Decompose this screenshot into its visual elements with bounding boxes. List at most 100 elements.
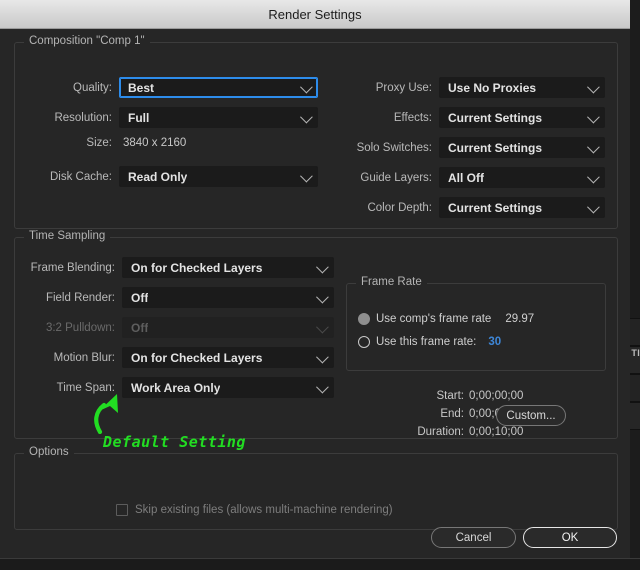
chevron-down-icon xyxy=(587,140,600,153)
chevron-down-icon xyxy=(316,380,329,393)
radio-selected-icon[interactable] xyxy=(358,313,370,325)
field-render-label: Field Render: xyxy=(24,292,115,304)
field-row-frame-blending: Frame Blending: On for Checked Layers xyxy=(24,257,334,278)
use-comp-frame-rate-label: Use comp's frame rate xyxy=(376,313,491,325)
use-this-frame-rate-label: Use this frame rate: xyxy=(376,336,476,348)
dialog-body: Composition "Comp 1" Quality: Best Resol… xyxy=(0,29,630,558)
effects-dropdown[interactable]: Current Settings xyxy=(439,107,605,128)
cancel-button[interactable]: Cancel xyxy=(431,527,516,548)
duration-label: Duration: xyxy=(404,426,464,438)
field-row-solo-switches: Solo Switches: Current Settings xyxy=(340,137,605,158)
guide-layers-label: Guide Layers: xyxy=(340,172,432,184)
field-render-dropdown[interactable]: Off xyxy=(122,287,334,308)
time-info-start: Start: 0;00;00;00 xyxy=(404,390,523,402)
resolution-value: Full xyxy=(120,111,149,125)
disk-cache-value: Read Only xyxy=(120,170,187,184)
chevron-down-icon xyxy=(587,200,600,213)
checkbox-unchecked-icon xyxy=(116,504,128,516)
duration-value: 0;00;10;00 xyxy=(469,426,523,438)
field-row-resolution: Resolution: Full xyxy=(36,107,318,128)
guide-layers-value: All Off xyxy=(440,171,484,185)
effects-label: Effects: xyxy=(340,112,432,124)
proxy-use-value: Use No Proxies xyxy=(440,81,536,95)
motion-blur-dropdown[interactable]: On for Checked Layers xyxy=(122,347,334,368)
field-row-size: Size: 3840 x 2160 xyxy=(36,137,318,149)
field-row-motion-blur: Motion Blur: On for Checked Layers xyxy=(24,347,334,368)
pulldown-dropdown: Off xyxy=(122,317,334,338)
frame-blending-label: Frame Blending: xyxy=(24,262,115,274)
dialog-titlebar: Render Settings xyxy=(0,0,630,29)
field-row-pulldown: 3:2 Pulldown: Off xyxy=(24,317,334,338)
pulldown-value: Off xyxy=(123,321,148,335)
chevron-down-icon xyxy=(587,110,600,123)
skip-existing-files-label: Skip existing files (allows multi-machin… xyxy=(135,504,393,516)
field-render-value: Off xyxy=(123,291,148,305)
chevron-down-icon xyxy=(316,260,329,273)
ok-button[interactable]: OK xyxy=(523,527,617,548)
chevron-down-icon xyxy=(300,80,313,93)
start-label: Start: xyxy=(404,390,464,402)
composition-group-legend: Composition "Comp 1" xyxy=(24,35,150,47)
motion-blur-value: On for Checked Layers xyxy=(123,351,262,365)
motion-blur-label: Motion Blur: xyxy=(24,352,115,364)
chevron-down-icon xyxy=(587,170,600,183)
render-settings-dialog: Render Settings Composition "Comp 1" Qua… xyxy=(0,0,630,558)
quality-value: Best xyxy=(120,81,154,95)
time-sampling-group-legend: Time Sampling xyxy=(24,230,110,242)
use-this-frame-rate-option[interactable]: Use this frame rate: 30 xyxy=(358,336,501,348)
chevron-down-icon xyxy=(316,290,329,303)
time-span-label: Time Span: xyxy=(24,382,115,394)
size-value: 3840 x 2160 xyxy=(123,137,186,149)
options-group-legend: Options xyxy=(24,446,74,458)
solo-switches-label: Solo Switches: xyxy=(340,142,432,154)
field-row-disk-cache: Disk Cache: Read Only xyxy=(36,166,318,187)
color-depth-dropdown[interactable]: Current Settings xyxy=(439,197,605,218)
time-span-dropdown[interactable]: Work Area Only xyxy=(122,377,334,398)
color-depth-value: Current Settings xyxy=(440,201,542,215)
time-span-value: Work Area Only xyxy=(123,381,220,395)
resolution-dropdown[interactable]: Full xyxy=(119,107,318,128)
bottom-strip xyxy=(0,558,640,570)
frame-rate-group: Frame Rate xyxy=(346,283,606,371)
custom-button[interactable]: Custom... xyxy=(496,405,566,426)
color-depth-label: Color Depth: xyxy=(340,202,432,214)
frame-rate-group-legend: Frame Rate xyxy=(356,276,427,288)
proxy-use-label: Proxy Use: xyxy=(340,82,432,94)
end-label: End: xyxy=(404,408,464,420)
field-row-guide-layers: Guide Layers: All Off xyxy=(340,167,605,188)
chevron-down-icon xyxy=(300,169,313,182)
disk-cache-dropdown[interactable]: Read Only xyxy=(119,166,318,187)
chevron-down-icon xyxy=(300,110,313,123)
field-row-color-depth: Color Depth: Current Settings xyxy=(340,197,605,218)
field-row-time-span: Time Span: Work Area Only xyxy=(24,377,334,398)
this-frame-rate-input[interactable]: 30 xyxy=(488,336,501,348)
frame-blending-dropdown[interactable]: On for Checked Layers xyxy=(122,257,334,278)
chevron-down-icon xyxy=(316,320,329,333)
chevron-down-icon xyxy=(316,350,329,363)
field-row-quality: Quality: Best xyxy=(36,77,318,98)
solo-switches-value: Current Settings xyxy=(440,141,542,155)
proxy-use-dropdown[interactable]: Use No Proxies xyxy=(439,77,605,98)
chevron-down-icon xyxy=(587,80,600,93)
start-value: 0;00;00;00 xyxy=(469,390,523,402)
field-row-proxy-use: Proxy Use: Use No Proxies xyxy=(340,77,605,98)
radio-unselected-icon[interactable] xyxy=(358,336,370,348)
background-panel-label: TI xyxy=(631,348,640,358)
dialog-title: Render Settings xyxy=(268,7,361,22)
resolution-label: Resolution: xyxy=(36,112,112,124)
solo-switches-dropdown[interactable]: Current Settings xyxy=(439,137,605,158)
effects-value: Current Settings xyxy=(440,111,542,125)
quality-dropdown[interactable]: Best xyxy=(119,77,318,98)
disk-cache-label: Disk Cache: xyxy=(36,171,112,183)
time-info-duration: Duration: 0;00;10;00 xyxy=(404,426,523,438)
quality-label: Quality: xyxy=(36,82,112,94)
comp-frame-rate-value: 29.97 xyxy=(505,313,534,325)
use-comp-frame-rate-option[interactable]: Use comp's frame rate 29.97 xyxy=(358,313,534,325)
field-row-effects: Effects: Current Settings xyxy=(340,107,605,128)
field-row-field-render: Field Render: Off xyxy=(24,287,334,308)
pulldown-label: 3:2 Pulldown: xyxy=(24,322,115,334)
size-label: Size: xyxy=(36,137,112,149)
guide-layers-dropdown[interactable]: All Off xyxy=(439,167,605,188)
skip-existing-files-option: Skip existing files (allows multi-machin… xyxy=(116,504,393,516)
options-group: Options xyxy=(14,453,618,530)
